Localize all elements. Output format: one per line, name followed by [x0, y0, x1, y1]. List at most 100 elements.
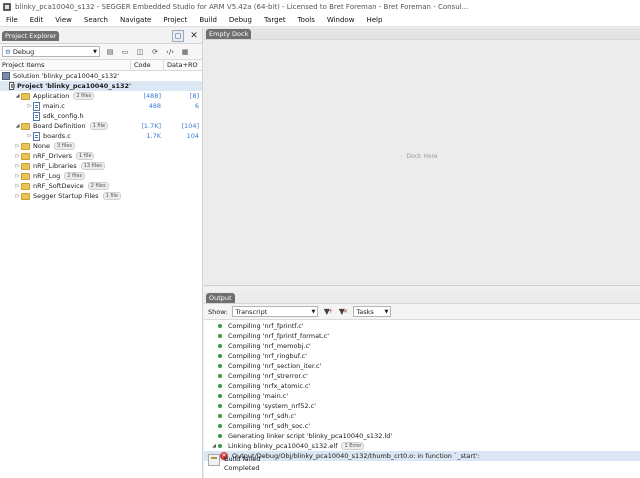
transcript-line: Compiling 'nrf_fprintf.c'	[204, 321, 640, 331]
success-dot-icon	[218, 444, 222, 448]
menu-window[interactable]: Window	[321, 16, 361, 24]
folder-icon	[21, 92, 30, 100]
tree-row-project[interactable]: Project 'blinky_pca10040_s132'	[0, 81, 202, 91]
transcript-line: Compiling 'nrf_section_iter.c'	[204, 361, 640, 371]
link-line[interactable]: ◢ Linking blinky_pca10040_s132.elf 1 Error	[204, 441, 640, 451]
collapsed-triangle-icon[interactable]: ▷	[14, 183, 21, 189]
collapsed-triangle-icon[interactable]: ▷	[14, 153, 21, 159]
transcript-line: Compiling 'nrf_fprintf_format.c'	[204, 331, 640, 341]
col-code[interactable]: Code	[131, 60, 164, 70]
options-icon[interactable]: ▦	[180, 47, 190, 57]
file-count-badge: 3 files	[53, 142, 75, 150]
collapsed-triangle-icon[interactable]: ▷	[14, 173, 21, 179]
collapsed-triangle-icon[interactable]: ▷	[14, 193, 21, 199]
tree-row-nrf-libraries[interactable]: ▷ nRF_Libraries 13 files	[0, 161, 202, 171]
tree-row-sdk-config[interactable]: sdk_config.h	[0, 111, 202, 121]
transcript-line: Compiling 'nrf_ringbuf.c'	[204, 351, 640, 361]
menu-search[interactable]: Search	[78, 16, 114, 24]
transcript[interactable]: Compiling 'nrf_fprintf.c' Compiling 'nrf…	[204, 321, 640, 478]
filter-icon[interactable]: ▼ +	[323, 307, 333, 317]
show-select[interactable]: Transcript ▼	[232, 306, 319, 317]
tree-row-nrf-drivers[interactable]: ▷ nRF_Drivers 1 file	[0, 151, 202, 161]
code-size: [1.7K]	[141, 122, 161, 130]
tree-row-main-c[interactable]: ▷ main.c 488 6	[0, 101, 202, 111]
transcript-line: Compiling 'nrfx_atomic.c'	[204, 381, 640, 391]
data-size: [104]	[181, 122, 199, 130]
row-label: nRF_SoftDevice	[33, 182, 84, 190]
success-dot-icon	[218, 414, 222, 418]
folder-icon	[21, 172, 30, 180]
refresh-icon[interactable]: ⟳	[150, 47, 160, 57]
collapsed-triangle-icon[interactable]: ▷	[14, 163, 21, 169]
properties-icon[interactable]: ▤	[105, 47, 115, 57]
folder-icon[interactable]: ▭	[120, 47, 130, 57]
maximize-icon[interactable]: ▢	[172, 29, 184, 42]
explorer-header: Project Explorer ▢ ✕	[0, 28, 202, 44]
row-label: nRF_Libraries	[33, 162, 77, 170]
row-label: Project 'blinky_pca10040_s132'	[16, 82, 131, 90]
menu-help[interactable]: Help	[360, 16, 388, 24]
output-tab[interactable]: Output	[206, 293, 235, 303]
collapsed-triangle-icon[interactable]: ▷	[14, 143, 21, 149]
menu-view[interactable]: View	[49, 16, 78, 24]
line-text: Compiling 'main.c'	[228, 392, 289, 400]
clear-filter-icon[interactable]: ▼ ✕	[338, 307, 348, 317]
code-icon[interactable]: ‹/›	[165, 47, 175, 57]
success-dot-icon	[218, 434, 222, 438]
tasks-select[interactable]: Tasks ▼	[353, 306, 392, 317]
tree-row-application[interactable]: ◢ Application 2 files [488] [8]	[0, 91, 202, 101]
tree-row-board-definition[interactable]: ◢ Board Definition 1 file [1.7K] [104]	[0, 121, 202, 131]
row-label: Application	[33, 92, 70, 100]
collapsed-triangle-icon[interactable]: ▷	[26, 133, 33, 139]
menu-tools[interactable]: Tools	[292, 16, 321, 24]
line-text: Compiling 'nrf_fprintf_format.c'	[228, 332, 330, 340]
success-dot-icon	[218, 424, 222, 428]
build-config-select[interactable]: ⚙ Debug ▼	[2, 46, 100, 57]
dock-tab[interactable]: Empty Dock	[206, 29, 252, 39]
file-count-badge: 1 file	[76, 152, 95, 160]
file-count-badge: 2 files	[73, 92, 95, 100]
transcript-line: Compiling 'nrf_sdh_soc.c'	[204, 421, 640, 431]
row-label: Solution 'blinky_pca10040_s132'	[13, 72, 120, 80]
transcript-line: Compiling 'nrf_strerror.c'	[204, 371, 640, 381]
expanded-triangle-icon[interactable]: ◢	[14, 93, 21, 99]
col-project-items[interactable]: Project Items	[0, 60, 131, 70]
collapsed-triangle-icon[interactable]: ▷	[26, 103, 33, 109]
add-file-icon[interactable]: ◫	[135, 47, 145, 57]
row-label: nRF_Log	[33, 172, 61, 180]
transcript-line: Generating linker script 'blinky_pca1004…	[204, 431, 640, 441]
folder-icon	[21, 182, 30, 190]
menu-file[interactable]: File	[0, 16, 24, 24]
row-label: Segger Startup Files	[33, 192, 99, 200]
menu-target[interactable]: Target	[258, 16, 292, 24]
transcript-line: Compiling 'main.c'	[204, 391, 640, 401]
data-size: 104	[186, 132, 199, 140]
menu-project[interactable]: Project	[157, 16, 193, 24]
expanded-triangle-icon[interactable]: ◢	[210, 443, 218, 449]
chevron-down-icon: ▼	[311, 308, 316, 315]
explorer-tab[interactable]: Project Explorer	[2, 30, 60, 41]
file-count-badge: 13 files	[80, 162, 105, 170]
c-file-icon	[33, 101, 40, 111]
tree-row-none[interactable]: ▷ None 3 files	[0, 141, 202, 151]
tree-row-solution[interactable]: Solution 'blinky_pca10040_s132'	[0, 71, 202, 81]
tree-row-nrf-log[interactable]: ▷ nRF_Log 2 files	[0, 171, 202, 181]
menu-debug[interactable]: Debug	[223, 16, 258, 24]
line-text: Generating linker script 'blinky_pca1004…	[228, 432, 393, 440]
code-size: 488	[148, 102, 161, 110]
chevron-down-icon: ▼	[384, 308, 389, 315]
col-data-ro[interactable]: Data+RO	[164, 60, 202, 70]
success-dot-icon	[218, 384, 222, 388]
menu-edit[interactable]: Edit	[24, 16, 50, 24]
expanded-triangle-icon[interactable]: ◢	[14, 123, 21, 129]
line-text: Compiling 'nrf_sdh.c'	[228, 412, 296, 420]
menu-navigate[interactable]: Navigate	[114, 16, 157, 24]
tree-row-boards-c[interactable]: ▷ boards.c 1.7K 104	[0, 131, 202, 141]
tree-row-nrf-softdevice[interactable]: ▷ nRF_SoftDevice 2 files	[0, 181, 202, 191]
tree-row-segger-startup[interactable]: ▷ Segger Startup Files 1 file	[0, 191, 202, 201]
close-icon[interactable]: ✕	[188, 30, 200, 42]
row-label: sdk_config.h	[43, 112, 84, 120]
menu-build[interactable]: Build	[193, 16, 223, 24]
file-count-badge: 2 files	[64, 172, 86, 180]
line-text: Compiling 'nrf_section_iter.c'	[228, 362, 322, 370]
